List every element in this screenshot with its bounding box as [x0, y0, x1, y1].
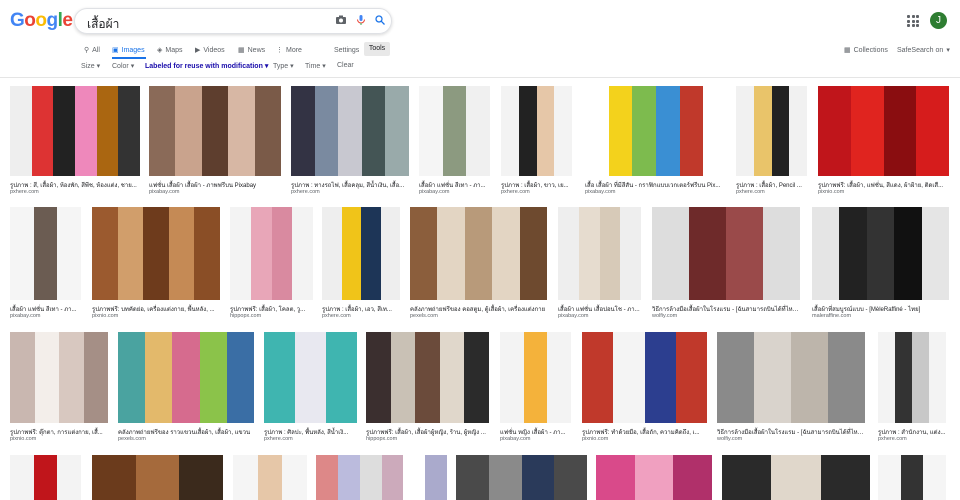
image-result[interactable] [596, 455, 712, 500]
result-source: maleraffine.com [812, 313, 852, 319]
result-thumbnail[interactable] [878, 332, 946, 423]
image-result[interactable]: รูปภาพ : เสื้อผ้า, Pencil ... pxhere.com [736, 86, 807, 196]
result-thumbnail[interactable] [322, 207, 400, 300]
result-source: pexels.com [118, 436, 146, 442]
image-result[interactable]: วิธีการล้างมือเสื้อผ้าในโรงแรม - [ฉันสาม… [652, 207, 800, 320]
result-thumbnail[interactable] [558, 207, 641, 300]
image-result[interactable]: รูปภาพ : เสื้อผ้า, เอว, สีเท... pxhere.co… [322, 207, 400, 320]
result-thumbnail[interactable] [736, 86, 807, 176]
image-result[interactable]: รูปภาพ : เสื้อผ้า, ขาว, เย... pxhere.com [501, 86, 572, 196]
image-result[interactable] [233, 455, 307, 500]
result-source: hippopx.com [230, 313, 262, 319]
result-thumbnail[interactable] [456, 455, 587, 500]
result-source: pxhere.com [878, 436, 907, 442]
image-result[interactable] [722, 455, 870, 500]
result-source: pxhere.com [501, 189, 530, 195]
image-result[interactable]: เสื้อผ้า แฟชั่น สีเทา - ภา... pixabay.com [10, 207, 81, 320]
result-thumbnail[interactable] [10, 455, 81, 500]
result-source: pxhere.com [264, 436, 293, 442]
result-thumbnail[interactable] [818, 86, 949, 176]
result-source: pixabay.com [500, 436, 531, 442]
result-source: pixabay.com [419, 189, 450, 195]
result-source: pixnio.com [10, 436, 37, 442]
result-source: pixnio.com [818, 189, 845, 195]
result-thumbnail[interactable] [812, 207, 949, 300]
result-thumbnail[interactable] [366, 332, 489, 423]
image-result[interactable]: รูปภาพฟรี: เสื้อผ้า, เสื้อผ้าผู้หญิง, ร้… [366, 332, 489, 443]
result-source: pxhere.com [322, 313, 351, 319]
image-result[interactable]: แฟชั่น เสื้อผ้า เสื้อผ้า - ภาพฟรีบน Pixa… [149, 86, 281, 196]
image-result[interactable]: รูปภาพ : ศิลปะ, พื้นหลัง, สีน้ำเงิ... pxh… [264, 332, 357, 443]
image-result[interactable]: รูปภาพ : สี, เสื้อผ้า, ห้องพัก, สีพีช, ห… [10, 86, 140, 196]
result-thumbnail[interactable] [585, 86, 727, 176]
result-thumbnail[interactable] [878, 455, 946, 500]
result-thumbnail[interactable] [92, 455, 223, 500]
image-result[interactable] [456, 455, 587, 500]
result-thumbnail[interactable] [10, 207, 81, 300]
result-thumbnail[interactable] [419, 86, 490, 176]
result-source: wolfiy.com [652, 313, 678, 319]
image-result[interactable] [316, 455, 447, 500]
image-result[interactable]: รูปภาพฟรี: ตุ๊กตา, การแต่งกาย, เสื้... pi… [10, 332, 108, 443]
result-source: pixabay.com [585, 189, 616, 195]
image-result[interactable] [92, 455, 223, 500]
image-result[interactable]: รูปภาพฟรี: ทำด้วยมือ, เสื้อถัก, ความคิดถ… [582, 332, 707, 443]
image-result[interactable]: คลังภาพถ่ายฟรีของ คอสตูม, ตู้เสื้อผ้า, เ… [410, 207, 547, 320]
result-thumbnail[interactable] [10, 86, 140, 176]
result-thumbnail[interactable] [410, 207, 547, 300]
image-result[interactable]: วิธีการล้างมือเสื้อผ้าในโรงแรม - [ฉันสาม… [717, 332, 865, 443]
image-result[interactable]: รูปภาพฟรี: บทคัดย่อ, เครื่องแต่งกาย, พื้… [92, 207, 220, 320]
image-result[interactable]: คลังภาพถ่ายฟรีของ ราวแขวนเสื้อผ้า, เสื้อ… [118, 332, 254, 443]
result-source: pixnio.com [92, 313, 119, 319]
image-result[interactable] [878, 455, 946, 500]
image-result[interactable]: รูปภาพ : สำนักงาน, แต่ง... pxhere.com [878, 332, 946, 443]
result-thumbnail[interactable] [92, 207, 220, 300]
image-result[interactable] [10, 455, 81, 500]
result-thumbnail[interactable] [233, 455, 307, 500]
result-source: pxhere.com [291, 189, 320, 195]
image-result[interactable]: รูปภาพฟรี: เสื้อผ้า, แฟชั่น, สีแดง, ผ้าฝ… [818, 86, 949, 196]
result-source: pxhere.com [10, 189, 39, 195]
image-result[interactable]: รูปภาพฟรี: เสื้อผ้า, โคลต, วู... hippopx.… [230, 207, 313, 320]
result-source: hippopx.com [366, 436, 398, 442]
image-result[interactable]: แฟชั่น หญิง เสื้อผ้า - ภา... pixabay.com [500, 332, 571, 443]
result-source: pixnio.com [582, 436, 609, 442]
result-thumbnail[interactable] [230, 207, 313, 300]
result-thumbnail[interactable] [264, 332, 357, 423]
result-source: pixabay.com [149, 189, 180, 195]
result-thumbnail[interactable] [500, 332, 571, 423]
image-result[interactable]: เสื้อผ้า แฟชั่น สีเทา - ภา... pixabay.com [419, 86, 490, 196]
result-thumbnail[interactable] [118, 332, 254, 423]
result-thumbnail[interactable] [501, 86, 572, 176]
image-results-grid: รูปภาพ : สี, เสื้อผ้า, ห้องพัก, สีพีช, ห… [0, 0, 960, 500]
result-source: pxhere.com [736, 189, 765, 195]
result-source: pexels.com [410, 313, 438, 319]
result-thumbnail[interactable] [652, 207, 800, 300]
result-thumbnail[interactable] [722, 455, 870, 500]
image-result[interactable]: เสื้อผ้าที่สมบูรณ์แบบ - [MèleRaffiné - ไ… [812, 207, 949, 320]
result-thumbnail[interactable] [582, 332, 707, 423]
result-thumbnail[interactable] [149, 86, 281, 176]
result-thumbnail[interactable] [316, 455, 447, 500]
result-source: pixabay.com [558, 313, 589, 319]
result-thumbnail[interactable] [10, 332, 108, 423]
result-source: pixabay.com [10, 313, 41, 319]
result-thumbnail[interactable] [717, 332, 865, 423]
result-source: wolfiy.com [717, 436, 743, 442]
result-thumbnail[interactable] [291, 86, 409, 176]
image-result[interactable]: รูปภาพ : ทางรถไฟ, เสื้อคลุม, สีน้ำเงิน, … [291, 86, 409, 196]
image-result[interactable]: เสื้อผ้า แฟชั่น เสื้อปอนโช - ภา... pixaba… [558, 207, 641, 320]
result-thumbnail[interactable] [596, 455, 712, 500]
image-result[interactable]: เสื้อ เสื้อผ้า ที่มีสีสัน - กราฟิกแบบเวก… [585, 86, 727, 196]
